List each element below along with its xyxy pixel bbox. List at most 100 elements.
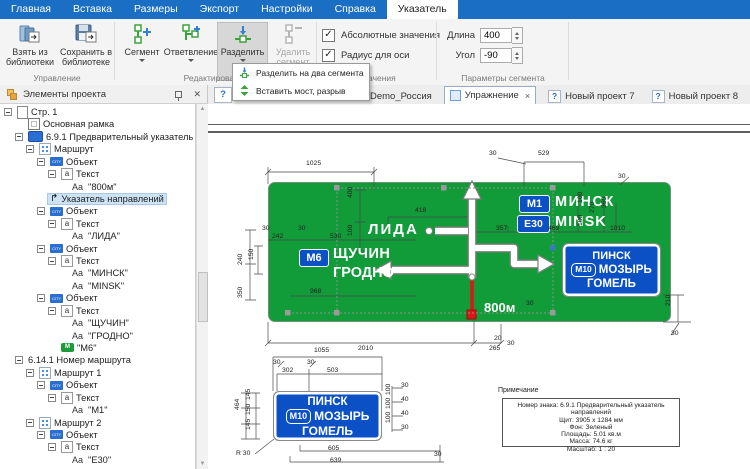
close-panel-icon[interactable]: ✕ — [193, 89, 201, 100]
doc-tab-demo[interactable]: Demo_Россия — [365, 89, 437, 104]
tree-row[interactable]: М"М6" — [48, 342, 99, 354]
route-icon — [39, 143, 51, 155]
pin-icon[interactable] — [175, 91, 182, 98]
route-badge-e30[interactable]: Е30 — [517, 215, 550, 233]
tree-expander-icon[interactable] — [26, 419, 34, 427]
tree-row[interactable]: CITYОбъект — [37, 205, 100, 217]
object-icon: CITY — [50, 244, 63, 253]
tree-expander-icon[interactable] — [26, 369, 34, 377]
absolute-values-checkbox[interactable] — [322, 29, 335, 42]
tree-expander-icon[interactable] — [48, 443, 56, 451]
tree-expander-icon[interactable] — [37, 431, 45, 439]
small-sign-board[interactable]: ПИНСК М10МОЗЫРЬ ГОМЕЛЬ — [273, 391, 382, 441]
doc-tab-label: Упражнение — [465, 90, 519, 101]
angle-input[interactable] — [480, 48, 512, 63]
tree-row[interactable]: 6.14.1 Номер маршрута — [15, 354, 133, 366]
tree-expander-icon[interactable] — [26, 145, 34, 153]
sign-text-distance[interactable]: 800м — [484, 300, 515, 315]
tree-row[interactable]: Aa"МИНСК" — [59, 267, 130, 279]
tree-row[interactable]: aТекст — [48, 255, 101, 267]
tree-row[interactable]: Aa"ГРОДНО" — [59, 330, 135, 342]
tree-expander-icon[interactable] — [37, 207, 45, 215]
tree-expander-icon[interactable] — [15, 356, 23, 364]
tree-row-label: 6.14.1 Номер маршрута — [28, 355, 131, 365]
tree-expander-icon[interactable] — [48, 170, 56, 178]
tree-expander-icon[interactable] — [37, 294, 45, 302]
tree-row[interactable]: Aa"ЛИДА" — [59, 230, 122, 242]
radius-axis-checkbox[interactable] — [322, 49, 335, 62]
tree-row[interactable]: CITYОбъект — [37, 379, 100, 391]
ribbon-tab-Размеры[interactable]: Размеры — [123, 0, 189, 19]
tree-row[interactable]: aТекст — [48, 168, 101, 180]
scroll-down-icon[interactable]: ▼ — [197, 461, 208, 467]
menu-item-split-two-segments[interactable]: Разделить на два сегмента — [233, 64, 369, 82]
tree-row[interactable]: aТекст — [48, 218, 101, 230]
tree-row[interactable]: aТекст — [48, 305, 101, 317]
dropdown-caret-icon — [139, 59, 145, 62]
length-input[interactable] — [480, 28, 512, 43]
scrollbar-thumb[interactable] — [198, 272, 208, 322]
menu-item-label: Разделить на два сегмента — [256, 68, 364, 78]
ribbon-tab-Настройки[interactable]: Настройки — [250, 0, 324, 19]
tree-row[interactable]: Aa"800м" — [59, 181, 119, 193]
tree-row[interactable]: Маршрут 2 — [26, 417, 103, 429]
segment-label: Сегмент — [124, 47, 159, 57]
tree-expander-icon[interactable] — [37, 381, 45, 389]
menu-item-insert-bridge[interactable]: Вставить мост, разрыв — [233, 82, 369, 100]
ribbon-tab-Указатель[interactable]: Указатель — [387, 0, 458, 19]
ribbon-tab-Справка[interactable]: Справка — [324, 0, 387, 19]
tree-row[interactable]: Маршрут — [26, 143, 96, 155]
tree-row[interactable]: CITYОбъект — [37, 292, 100, 304]
tree-row[interactable]: ↱Указатель направлений — [37, 193, 166, 205]
drawing-canvas[interactable]: ЛИДА М6 ЩУЧИН ГРОДНО М1 МИНСК Е30 MINSK … — [208, 104, 750, 469]
doc-tab-exercise[interactable]: Упражнение × — [444, 86, 536, 104]
tree-row-label: "М6" — [77, 343, 97, 353]
doc-tab-new-7[interactable]: ?Новый проект 7 — [543, 89, 640, 104]
tree-scrollbar[interactable]: ▲ ▼ — [196, 104, 208, 469]
tree-row[interactable]: 6.9.1 Предварительный указатель напра — [15, 131, 196, 143]
tree-row-label: Объект — [66, 430, 98, 440]
tree-row[interactable]: CITYОбъект — [37, 429, 100, 441]
dimension-label: 100 — [577, 215, 584, 226]
tree-expander-icon[interactable] — [48, 257, 56, 265]
tree-row[interactable]: aТекст — [48, 392, 101, 404]
tree-row[interactable]: Основная рамка — [15, 118, 116, 130]
tree-expander-icon[interactable] — [48, 307, 56, 315]
tree-row[interactable]: CITYОбъект — [37, 243, 100, 255]
tree-expander-icon[interactable] — [37, 245, 45, 253]
tree-row-label: "ЩУЧИН" — [88, 318, 129, 328]
tree-row[interactable]: Aa"ЩУЧИН" — [59, 317, 131, 329]
tree-row[interactable]: Aa"М1" — [59, 404, 110, 416]
close-tab-icon[interactable]: × — [525, 91, 530, 101]
dimension-label: 30 — [273, 359, 281, 366]
doc-tab-new-8[interactable]: ?Новый проект 8 — [647, 89, 744, 104]
tree-row[interactable]: CITYОбъект — [37, 156, 100, 168]
tree-row[interactable]: Стр. 1 — [4, 106, 59, 118]
ribbon-tab-Экспорт[interactable]: Экспорт — [189, 0, 250, 19]
dimension-label: 302 — [282, 367, 293, 374]
dimension-label: 605 — [328, 445, 339, 452]
ribbon-tab-Вставка[interactable]: Вставка — [62, 0, 123, 19]
tree-expander-icon[interactable] — [48, 394, 56, 402]
route-badge-m6[interactable]: М6 — [299, 249, 329, 267]
tree-expander-icon[interactable] — [4, 108, 12, 116]
help-button[interactable]: ? — [214, 87, 232, 103]
route-badge-m1[interactable]: М1 — [519, 195, 550, 213]
ribbon-tab-Главная[interactable]: Главная — [0, 0, 62, 19]
pinsk-inset-panel[interactable]: ПИНСК М10МОЗЫРЬ ГОМЕЛЬ — [562, 243, 661, 297]
sign-text-lida[interactable]: ЛИДА — [368, 221, 419, 238]
tree-row[interactable]: Aa"MINSK" — [59, 280, 126, 292]
tree-row[interactable]: Маршрут 1 — [26, 367, 103, 379]
doc-tab-label: Demo_Россия — [370, 91, 432, 102]
sign-text-shchuchin[interactable]: ЩУЧИН — [333, 246, 390, 262]
tree-expander-icon[interactable] — [37, 158, 45, 166]
tree-expander-icon[interactable] — [15, 133, 23, 141]
tree-expander-icon[interactable] — [48, 220, 56, 228]
object-icon: CITY — [50, 430, 63, 439]
tree-row[interactable]: aТекст — [48, 441, 101, 453]
angle-stepper[interactable] — [512, 47, 523, 64]
sign-text-grodno[interactable]: ГРОДНО — [333, 265, 394, 281]
length-stepper[interactable] — [512, 27, 523, 44]
scroll-up-icon[interactable]: ▲ — [197, 106, 208, 112]
tree-row[interactable]: Aa"Е30" — [59, 454, 113, 466]
